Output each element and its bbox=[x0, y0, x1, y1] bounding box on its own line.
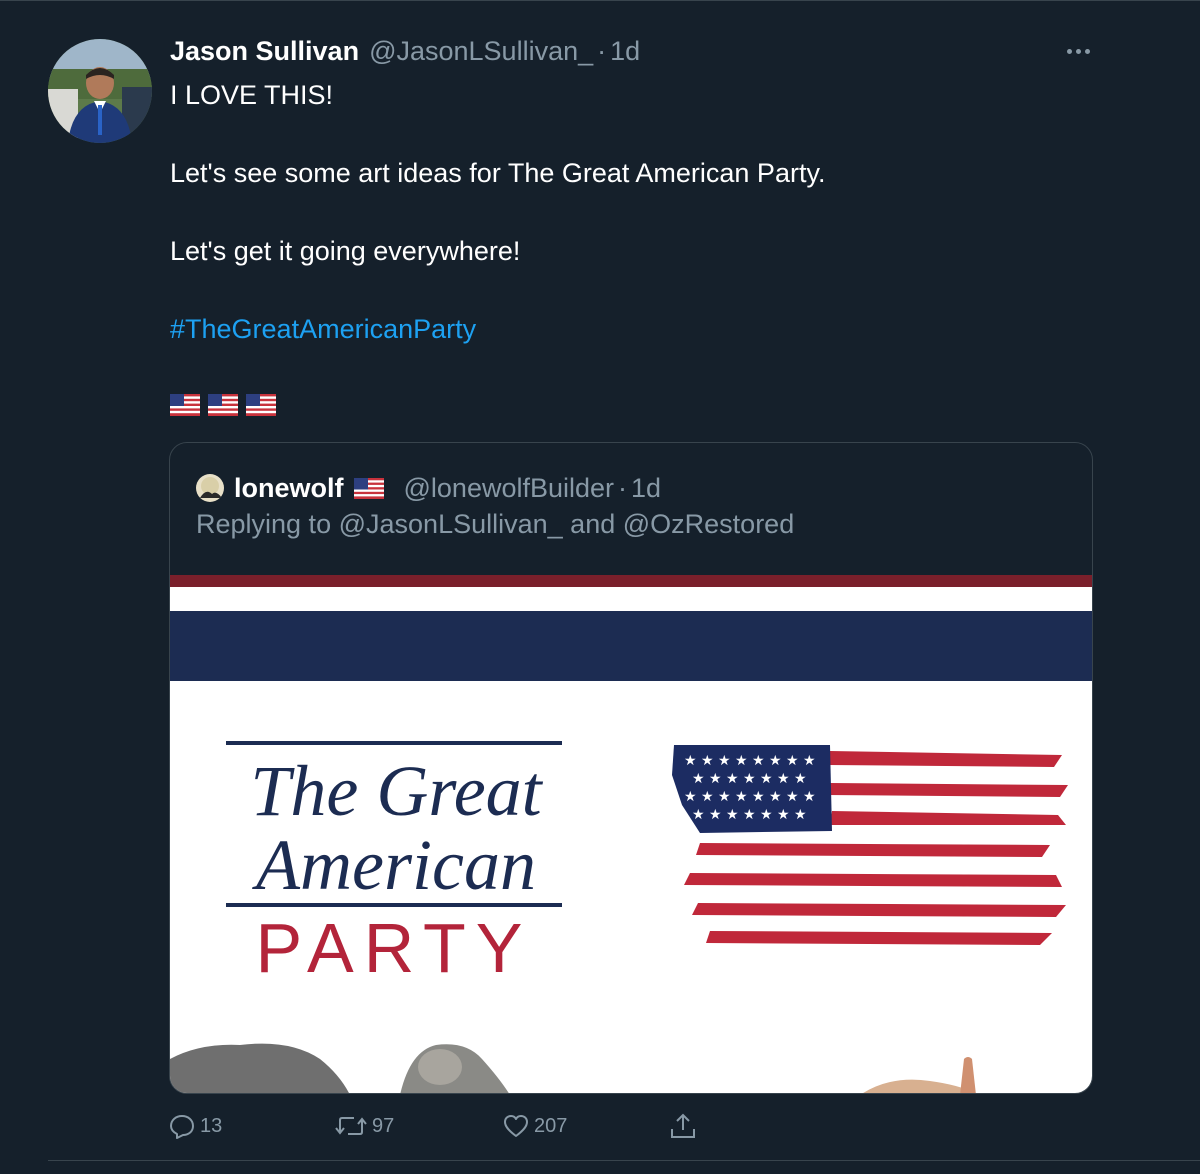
quoted-image[interactable]: The Great American PARTY ★ ★ ★ ★ ★ ★ ★ ★… bbox=[170, 575, 1092, 1093]
flag-icon bbox=[246, 394, 276, 416]
logo-line-3: PARTY bbox=[255, 909, 533, 987]
logo-bottom-rule bbox=[226, 903, 562, 907]
like-button[interactable]: 207 bbox=[502, 1108, 567, 1144]
tweet-time[interactable]: 1d bbox=[610, 36, 640, 67]
reply-button[interactable]: 13 bbox=[168, 1108, 222, 1144]
logo-top-rule bbox=[226, 741, 562, 745]
flag-icon: ★ ★ ★ ★ ★ ★ ★ ★ ★ ★ ★ ★ ★ ★ ★ ★ ★ ★ ★ ★ … bbox=[672, 745, 1068, 945]
author-name[interactable]: Jason Sullivan bbox=[170, 36, 359, 67]
retweet-icon bbox=[335, 1117, 367, 1135]
tweet-text-line-1: I LOVE THIS! bbox=[170, 80, 334, 110]
hashtag-link[interactable]: #TheGreatAmericanParty bbox=[170, 314, 476, 345]
reply-mention-2[interactable]: @OzRestored bbox=[623, 509, 794, 539]
separator-dot: · bbox=[597, 36, 607, 66]
share-icon bbox=[671, 1113, 695, 1138]
reply-count: 13 bbox=[200, 1114, 223, 1137]
tweet-text-line-3: Let's get it going everywhere! bbox=[170, 236, 521, 266]
flag-emoji-row bbox=[170, 394, 276, 416]
like-count: 207 bbox=[534, 1114, 568, 1137]
retweet-count: 97 bbox=[372, 1114, 395, 1137]
author-handle[interactable]: @JasonLSullivan_ bbox=[369, 36, 593, 67]
flag-icon bbox=[208, 394, 238, 416]
like-icon bbox=[504, 1115, 528, 1137]
quoted-header: lonewolf @lonewolfBuilder · 1d bbox=[196, 471, 661, 505]
mountain-image bbox=[170, 1043, 976, 1093]
share-button[interactable] bbox=[668, 1108, 702, 1144]
quoted-time[interactable]: 1d bbox=[631, 473, 661, 504]
author-avatar[interactable] bbox=[48, 39, 152, 143]
svg-text:★ ★ ★ ★ ★ ★ ★: ★ ★ ★ ★ ★ ★ ★ bbox=[692, 807, 807, 823]
quoted-tweet[interactable]: lonewolf @lonewolfBuilder · 1d Replying … bbox=[169, 442, 1093, 1094]
separator-dot: · bbox=[618, 472, 628, 503]
flag-icon bbox=[170, 394, 200, 416]
top-divider bbox=[0, 0, 1200, 1]
logo-line-2: American bbox=[256, 825, 536, 905]
flag-icon bbox=[353, 477, 384, 499]
replying-to-label: Replying to bbox=[196, 509, 332, 539]
more-icon[interactable] bbox=[1062, 44, 1094, 58]
image-red-band bbox=[170, 575, 1092, 587]
reply-mention-1[interactable]: @JasonLSullivan_ bbox=[339, 509, 563, 539]
logo-line-1: The Great bbox=[250, 751, 542, 831]
image-white-band bbox=[170, 587, 1092, 611]
tweet-text-line-2: Let's see some art ideas for The Great A… bbox=[170, 158, 826, 188]
retweet-button[interactable]: 97 bbox=[334, 1108, 394, 1144]
svg-text:★ ★ ★ ★ ★ ★ ★ ★: ★ ★ ★ ★ ★ ★ ★ ★ bbox=[684, 753, 816, 769]
quoted-author-name[interactable]: lonewolf bbox=[234, 473, 344, 504]
reply-icon bbox=[170, 1115, 194, 1139]
image-navy-band bbox=[170, 611, 1092, 681]
reply-joiner: and bbox=[570, 509, 616, 539]
tweet-header: Jason Sullivan @JasonLSullivan_ · 1d bbox=[170, 36, 640, 70]
svg-text:★ ★ ★ ★ ★ ★ ★ ★: ★ ★ ★ ★ ★ ★ ★ ★ bbox=[684, 789, 816, 805]
quoted-handle[interactable]: @lonewolfBuilder bbox=[404, 473, 615, 504]
bottom-divider bbox=[48, 1160, 1200, 1161]
quoted-avatar[interactable] bbox=[196, 474, 224, 502]
replying-to: Replying to @JasonLSullivan_ and @OzRest… bbox=[196, 509, 794, 540]
svg-text:★ ★ ★ ★ ★ ★ ★: ★ ★ ★ ★ ★ ★ ★ bbox=[692, 771, 807, 787]
